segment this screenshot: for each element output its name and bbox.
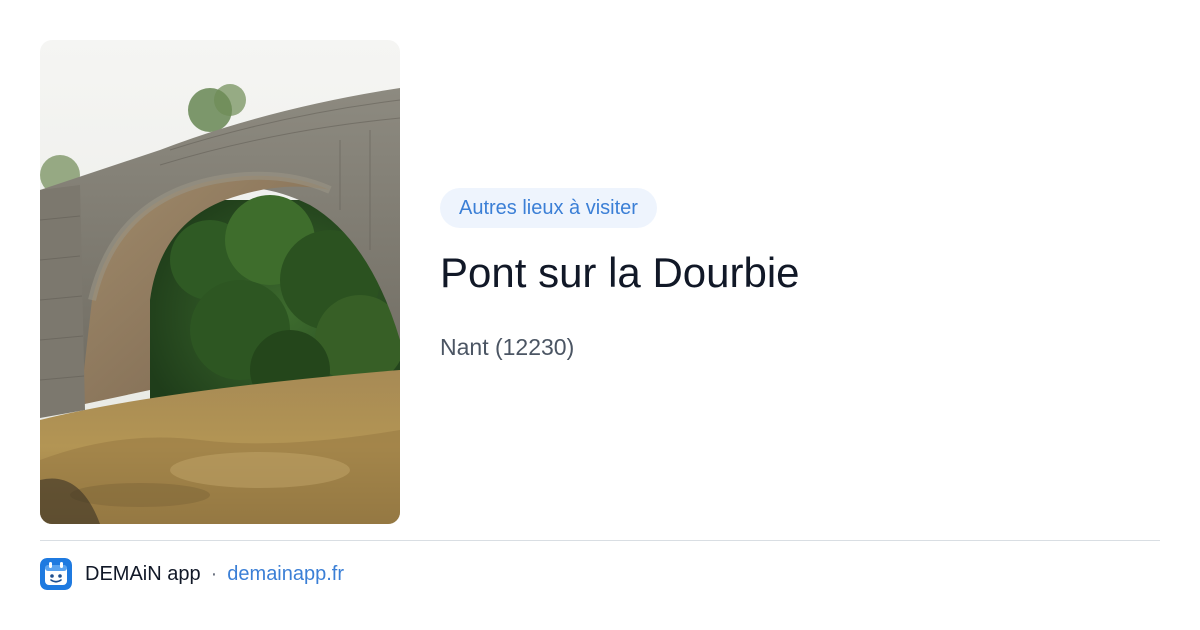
app-name: DEMAiN app <box>85 562 201 585</box>
stone-arch-bridge-photo <box>40 40 400 524</box>
category-badge[interactable]: Autres lieux à visiter <box>440 188 657 228</box>
share-card: Autres lieux à visiter Pont sur la Dourb… <box>0 0 1200 630</box>
domain-link[interactable]: demainapp.fr <box>227 563 344 586</box>
divider <box>40 540 1160 541</box>
demain-app-logo-icon <box>40 558 72 590</box>
place-location: Nant (12230) <box>440 334 575 360</box>
place-info: Autres lieux à visiter Pont sur la Dourb… <box>440 188 1160 362</box>
place-photo <box>40 40 400 524</box>
place-title: Pont sur la Dourbie <box>440 249 800 296</box>
footer-separator: · <box>210 562 218 585</box>
footer: DEMAiN app · demainapp.fr <box>40 558 344 590</box>
